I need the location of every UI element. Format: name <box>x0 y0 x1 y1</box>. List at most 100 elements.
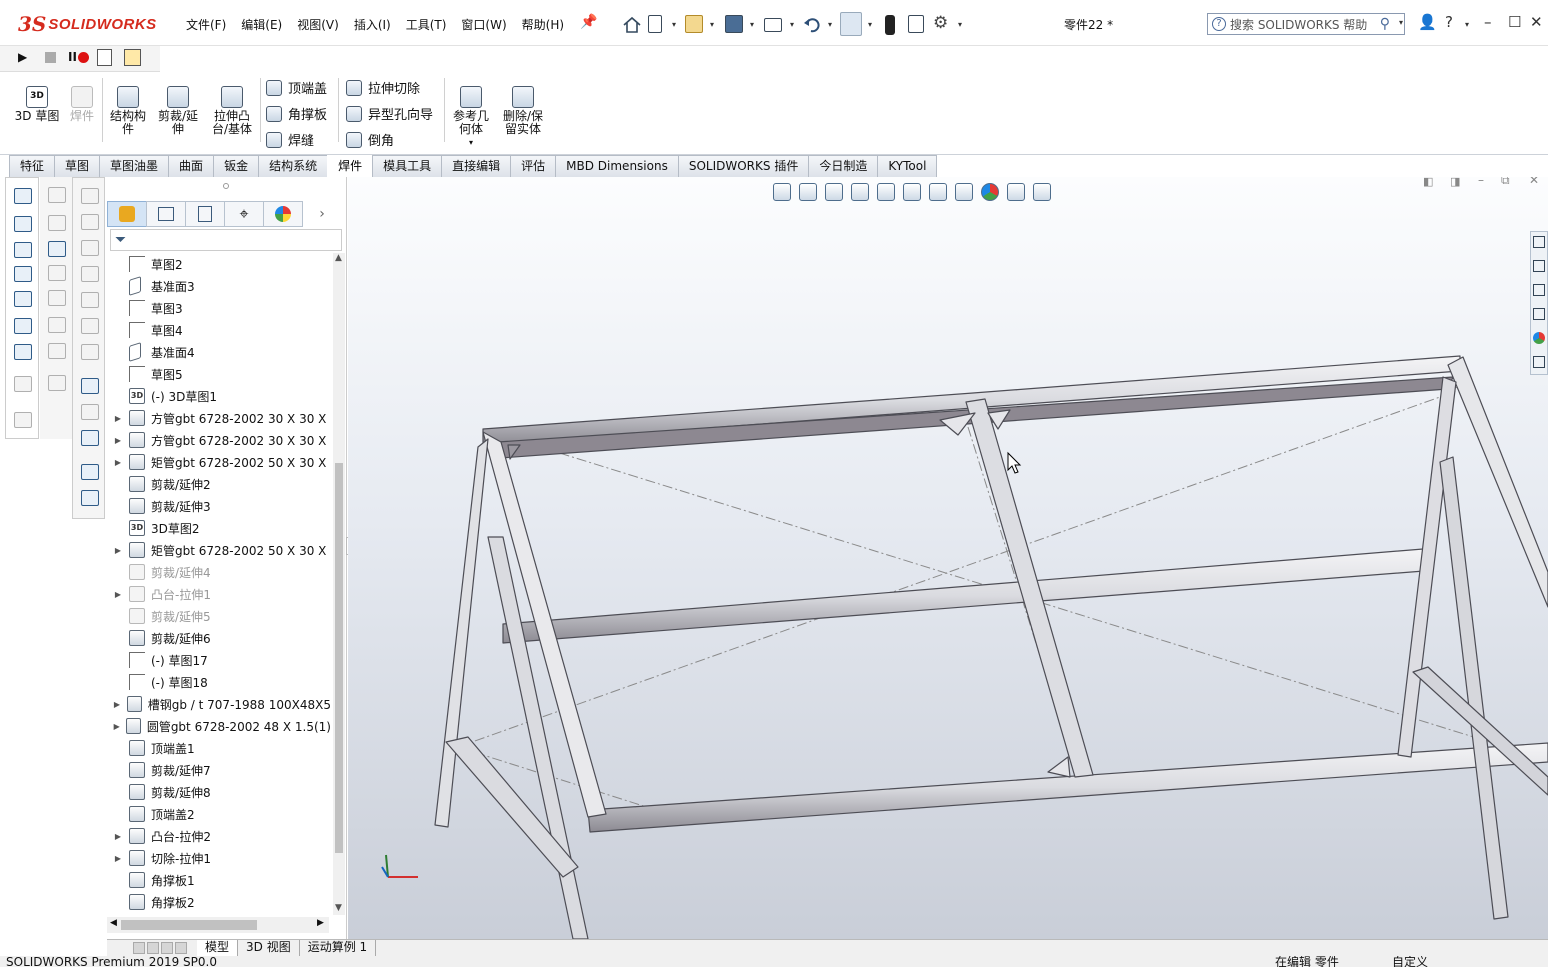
menu-help[interactable]: 帮助(H) <box>522 16 564 33</box>
save-icon[interactable] <box>725 15 743 33</box>
scroll-left-icon[interactable]: ◀ <box>110 918 117 928</box>
chevron-down-icon[interactable]: ▾ <box>790 20 794 29</box>
close-icon[interactable]: ✕ <box>1530 13 1543 31</box>
first-tab-icon[interactable] <box>133 942 145 954</box>
chevron-down-icon[interactable]: ▾ <box>828 20 832 29</box>
surface-finish-icon[interactable] <box>14 344 32 360</box>
open-icon[interactable] <box>685 15 703 33</box>
tree-item[interactable]: 草图4 <box>107 319 331 341</box>
delete-keep-body-button[interactable]: 删除/保留实体 <box>499 86 547 136</box>
tab-3[interactable]: 曲面 <box>168 155 215 177</box>
hole-wizard-button[interactable]: 异型孔向导 <box>346 104 433 123</box>
menu-tools[interactable]: 工具(T) <box>406 16 447 33</box>
play-macro-icon[interactable]: ▶ <box>18 50 27 64</box>
expand-arrow-icon[interactable]: ▶ <box>107 414 129 423</box>
print-icon[interactable] <box>764 18 782 32</box>
search-icon[interactable]: ⚲ <box>1380 16 1390 32</box>
more-tabs-button[interactable]: › <box>302 201 342 227</box>
featuremanager-tab[interactable] <box>107 201 147 227</box>
propertymanager-tab[interactable] <box>146 201 186 227</box>
next-tab-icon[interactable] <box>161 942 173 954</box>
tree-item[interactable]: ▶ 方管gbt 6728-2002 30 X 30 X <box>107 429 331 451</box>
chevron-down-icon[interactable]: ▾ <box>1465 20 1469 29</box>
paste-icon[interactable] <box>81 490 99 506</box>
graphics-area[interactable]: ◧ ◨ – ⧉ ✕ <box>348 177 1548 939</box>
tree-item[interactable]: 3D 3D草图2 <box>107 517 331 539</box>
tree-item[interactable]: 草图3 <box>107 297 331 319</box>
tree-item[interactable]: 基准面4 <box>107 341 331 363</box>
tree-item[interactable]: 剪裁/延伸2 <box>107 473 331 495</box>
last-tab-icon[interactable] <box>175 942 187 954</box>
solidworks-logo[interactable]: 3S SOLIDWORKS <box>18 10 157 38</box>
text-style-icon[interactable] <box>48 241 66 257</box>
tree-item[interactable]: 顶端盖1 <box>107 737 331 759</box>
home-icon[interactable] <box>622 15 641 33</box>
view-icon[interactable] <box>81 318 99 334</box>
balloon-icon[interactable] <box>14 242 32 258</box>
tree-item[interactable]: (-) 草图17 <box>107 649 331 671</box>
note-icon[interactable] <box>14 216 32 232</box>
undo-icon[interactable] <box>803 15 821 33</box>
expand-arrow-icon[interactable]: ▶ <box>107 722 126 731</box>
record-macro-icon[interactable] <box>78 52 89 63</box>
maximize-icon[interactable]: ☐ <box>1508 13 1521 31</box>
previous-tab-icon[interactable] <box>147 942 159 954</box>
tree-item[interactable]: ▶ 矩管gbt 6728-2002 50 X 30 X <box>107 451 331 473</box>
tree-filter[interactable]: ⏷ <box>110 229 342 251</box>
annotation-icon[interactable] <box>48 343 66 359</box>
design-library-icon[interactable] <box>1533 260 1545 272</box>
tab-5[interactable]: 结构系统 <box>258 155 329 177</box>
tab-8[interactable]: 直接编辑 <box>441 155 512 177</box>
display-manager-tab[interactable] <box>263 201 303 227</box>
weldment-frame-model[interactable] <box>348 177 1548 939</box>
annotation-icon[interactable] <box>48 290 66 306</box>
annotation-icon[interactable] <box>48 375 66 391</box>
tab-10[interactable]: MBD Dimensions <box>555 155 679 177</box>
scroll-up-icon[interactable]: ▲ <box>335 253 342 263</box>
new-file-icon[interactable] <box>648 15 662 33</box>
scroll-down-icon[interactable]: ▼ <box>335 903 342 913</box>
tab-4[interactable]: 钣金 <box>213 155 260 177</box>
search-input[interactable]: 搜索 SOLIDWORKS 帮助 <box>1230 16 1367 33</box>
tab-3d-views[interactable]: 3D 视图 <box>238 940 300 956</box>
gear-icon[interactable]: ⚙ <box>933 13 948 33</box>
chamfer-button[interactable]: 倒角 <box>346 130 394 149</box>
trim-extend-button[interactable]: 剪裁/延伸 <box>155 86 201 136</box>
stop-macro-icon[interactable] <box>45 52 56 63</box>
dimxpert-tab[interactable]: ⌖ <box>224 201 264 227</box>
tree-item[interactable]: 剪裁/延伸5 <box>107 605 331 627</box>
chevron-down-icon[interactable]: ▾ <box>710 20 714 29</box>
scrollbar-thumb[interactable] <box>121 920 257 930</box>
hole-callout-icon[interactable] <box>14 412 32 428</box>
dimension-icon[interactable] <box>14 266 32 282</box>
scrollbar-thumb[interactable] <box>335 463 343 853</box>
search-box[interactable]: ? 搜索 SOLIDWORKS 帮助 ⚲ <box>1207 13 1405 35</box>
tree-item[interactable]: ▶ 矩管gbt 6728-2002 50 X 30 X <box>107 539 331 561</box>
tree-item[interactable]: 剪裁/延伸6 <box>107 627 331 649</box>
tab-7[interactable]: 模具工具 <box>372 155 443 177</box>
scroll-right-icon[interactable]: ▶ <box>317 918 324 928</box>
menu-window[interactable]: 窗口(W) <box>461 16 506 33</box>
edit-macro-icon[interactable] <box>124 49 141 66</box>
tab-motion-study[interactable]: 运动算例 1 <box>300 940 377 956</box>
text-annotation-icon[interactable] <box>14 291 32 307</box>
select-icon[interactable] <box>840 12 862 36</box>
tree-item[interactable]: 基准面3 <box>107 275 331 297</box>
new-macro-icon[interactable] <box>97 49 112 66</box>
panel-grip[interactable] <box>223 183 229 189</box>
menu-view[interactable]: 视图(V) <box>297 16 339 33</box>
expand-arrow-icon[interactable]: ▶ <box>107 546 129 555</box>
boss-base-button[interactable]: 拉伸凸台/基体 <box>208 86 256 136</box>
menu-edit[interactable]: 编辑(E) <box>241 16 282 33</box>
tree-item[interactable]: ▶ 方管gbt 6728-2002 30 X 30 X <box>107 407 331 429</box>
tree-horizontal-scrollbar[interactable]: ◀ ▶ <box>107 917 329 933</box>
annotation-icon[interactable] <box>48 187 66 203</box>
view-icon[interactable] <box>81 404 99 420</box>
chevron-down-icon[interactable]: ▾ <box>868 20 872 29</box>
menu-file[interactable]: 文件(F) <box>186 16 226 33</box>
user-icon[interactable]: 👤 <box>1418 13 1437 31</box>
expand-arrow-icon[interactable]: ▶ <box>107 590 129 599</box>
chevron-down-icon[interactable]: ▾ <box>958 20 962 29</box>
tree-item[interactable]: 草图5 <box>107 363 331 385</box>
file-properties-icon[interactable] <box>908 15 924 33</box>
